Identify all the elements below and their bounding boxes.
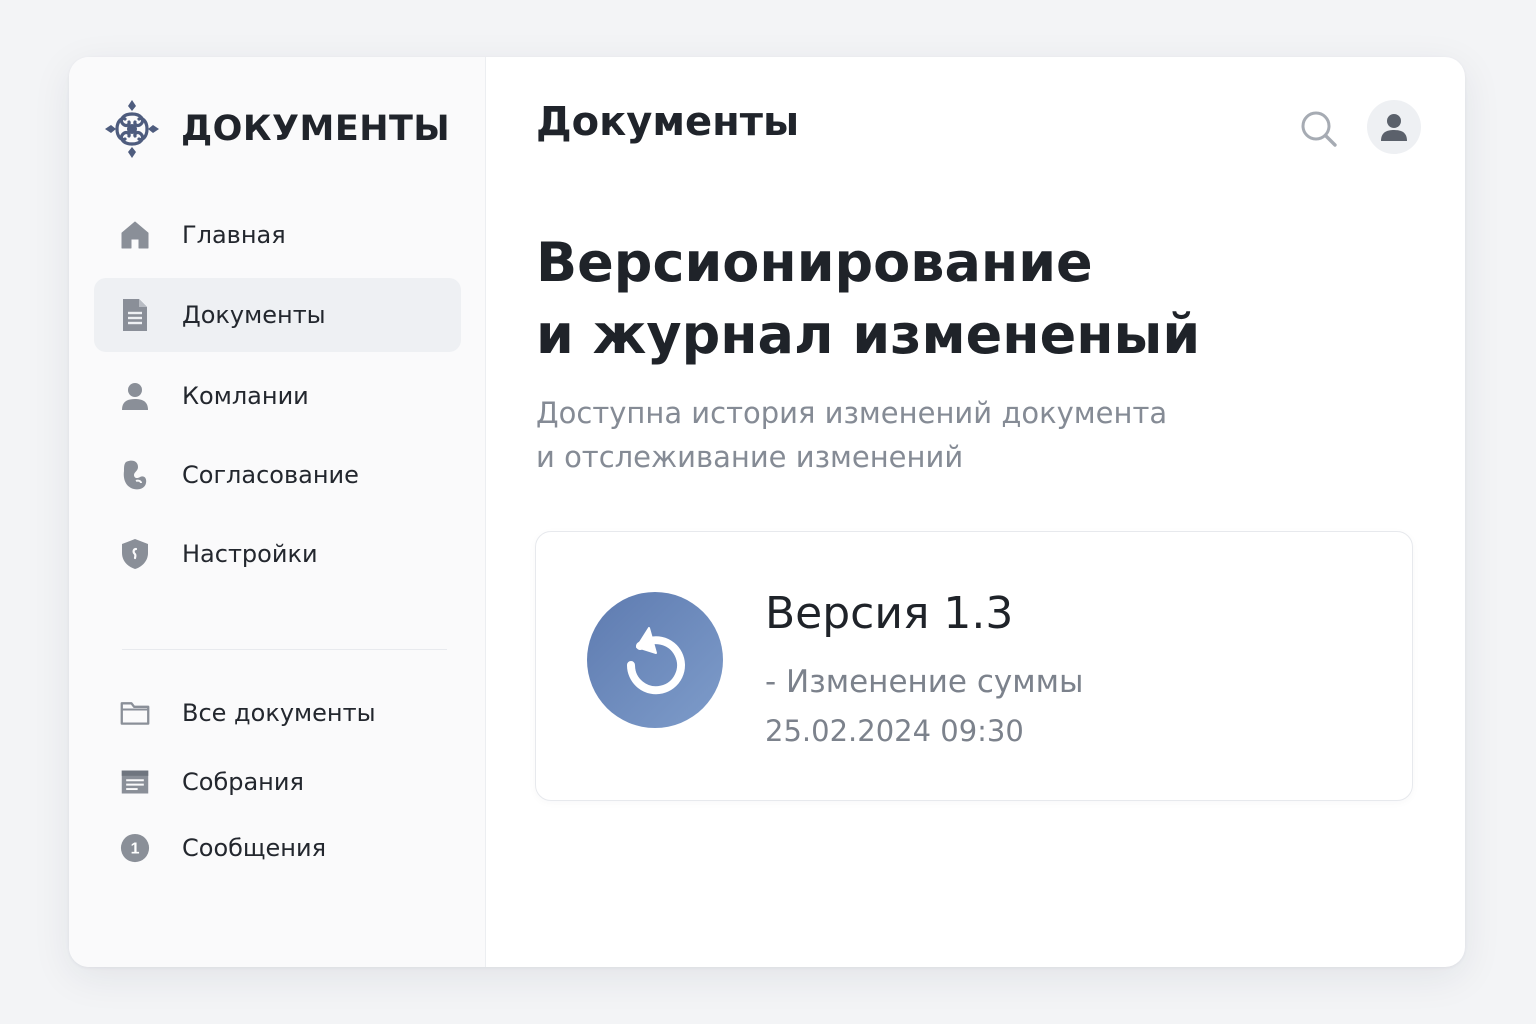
version-card[interactable]: Версия 1.3 - Изменение суммы 25.02.2024 … — [535, 531, 1413, 801]
section-title-line: и журнал измененый — [536, 303, 1201, 366]
sidebar-item-label: Документы — [182, 301, 326, 329]
sidebar-item-documents[interactable]: Документы — [94, 278, 461, 352]
sidebar-item-messages[interactable]: 1 Сообщения — [94, 811, 461, 885]
home-icon — [120, 220, 150, 250]
sidebar-item-home[interactable]: Главная — [94, 198, 461, 272]
sidebar-item-label: Главная — [182, 221, 286, 249]
sidebar-divider — [122, 649, 447, 650]
document-icon — [120, 299, 150, 331]
app-window: ДОКУМЕНТЫ Главная Документы Комлании Сог — [69, 57, 1465, 967]
sidebar-item-label: Согласование — [182, 461, 359, 489]
version-badge — [587, 592, 723, 728]
version-timestamp: 25.02.2024 09:30 — [765, 714, 1024, 748]
ornament-logo-icon — [105, 100, 159, 158]
sidebar-item-all-documents[interactable]: Все документы — [94, 676, 461, 750]
search-button[interactable] — [1297, 107, 1341, 151]
version-change-description: - Изменение суммы — [765, 664, 1084, 700]
main-content: Документы Версионирование и журнал измен… — [486, 57, 1465, 967]
sidebar-item-label: Сообщения — [182, 834, 327, 862]
sidebar-item-settings[interactable]: Настройки — [94, 517, 461, 591]
meetings-icon — [120, 767, 150, 797]
brand-title: ДОКУМЕНТЫ — [181, 109, 451, 149]
sidebar-item-companies[interactable]: Комлании — [94, 359, 461, 433]
folder-icon — [120, 698, 150, 728]
user-icon — [120, 381, 150, 411]
approval-icon — [120, 460, 150, 490]
section-subtitle-line: и отслеживание изменений — [536, 440, 964, 474]
section-subtitle-line: Доступна история изменений документа — [536, 396, 1168, 430]
section-title: Версионирование и журнал измененый — [536, 227, 1396, 371]
avatar[interactable] — [1367, 100, 1421, 154]
user-avatar-icon — [1381, 114, 1407, 141]
section-subtitle: Доступна история изменений документа и о… — [536, 391, 1396, 479]
message-count-badge: 1 — [131, 841, 140, 858]
sidebar-item-approval[interactable]: Согласование — [94, 438, 461, 512]
sidebar: ДОКУМЕНТЫ Главная Документы Комлании Сог — [69, 57, 486, 967]
shield-icon — [120, 539, 150, 569]
sidebar-item-label: Настройки — [182, 540, 318, 568]
restore-icon — [626, 627, 685, 695]
section-title-line: Версионирование — [536, 231, 1093, 294]
message-badge-icon: 1 — [120, 833, 150, 863]
search-icon — [1301, 111, 1337, 147]
sidebar-item-meetings[interactable]: Собрания — [94, 745, 461, 819]
sidebar-item-label: Собрания — [182, 768, 304, 796]
version-title: Версия 1.3 — [765, 588, 1014, 639]
page-title: Документы — [536, 99, 800, 145]
sidebar-item-label: Комлании — [182, 382, 309, 410]
sidebar-item-label: Все документы — [182, 699, 376, 727]
brand[interactable]: ДОКУМЕНТЫ — [105, 99, 450, 159]
